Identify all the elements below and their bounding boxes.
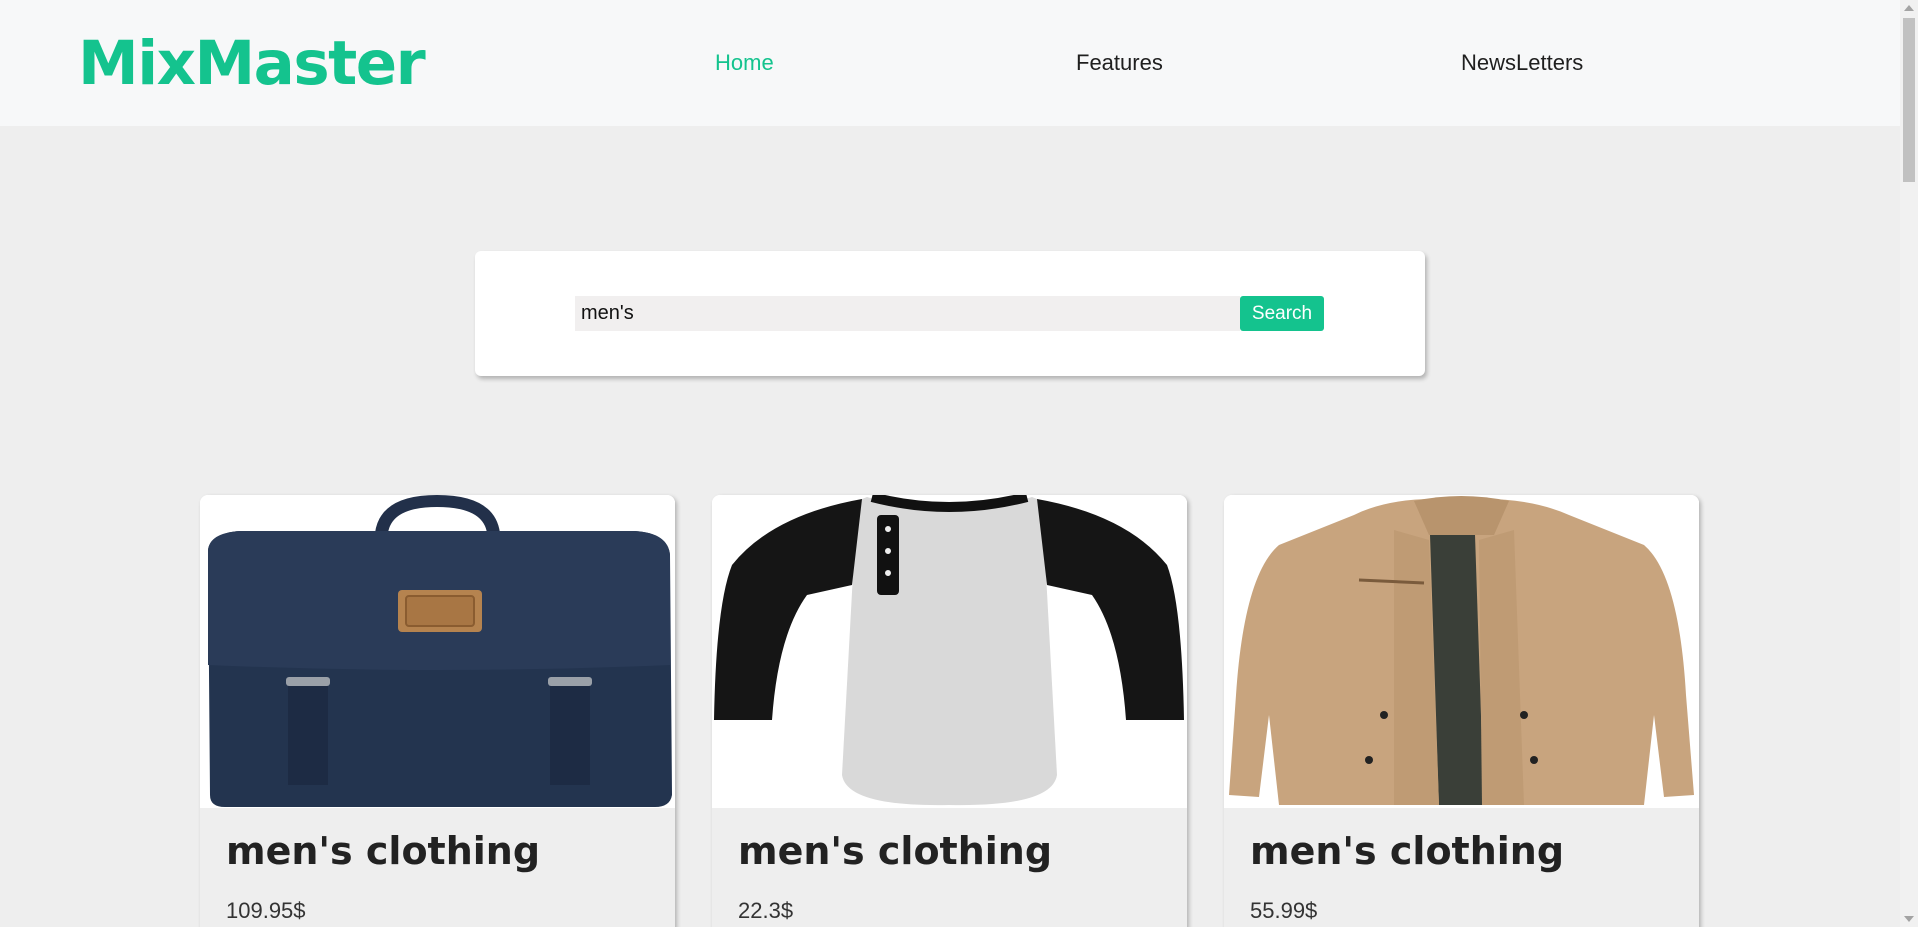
jacket-icon (1224, 495, 1699, 808)
search-input[interactable] (575, 296, 1240, 331)
product-price: 55.99$ (1250, 898, 1318, 923)
product-category: men's clothing (1250, 829, 1565, 873)
product-image[interactable] (1224, 495, 1699, 808)
nav-link-newsletters[interactable]: NewsLetters (1461, 50, 1583, 76)
scroll-up-arrow-icon[interactable] (1904, 5, 1914, 11)
vertical-scrollbar[interactable] (1900, 0, 1918, 927)
nav-link-home[interactable]: Home (715, 50, 774, 76)
search-card: Search (475, 251, 1425, 376)
backpack-icon (200, 495, 675, 808)
nav-link-features[interactable]: Features (1076, 50, 1163, 76)
brand-logo[interactable]: MixMaster (78, 28, 426, 100)
product-card[interactable]: men's clothing 22.3$ (712, 495, 1187, 927)
product-card[interactable]: men's clothing 55.99$ (1224, 495, 1699, 927)
tshirt-icon (712, 495, 1187, 808)
product-category: men's clothing (226, 829, 541, 873)
product-card[interactable]: men's clothing 109.95$ (200, 495, 675, 927)
product-image[interactable] (200, 495, 675, 808)
navbar: MixMaster Home Features NewsLetters (0, 0, 1900, 126)
product-image[interactable] (712, 495, 1187, 808)
product-price: 109.95$ (226, 898, 306, 923)
scrollbar-thumb[interactable] (1903, 18, 1915, 182)
product-category: men's clothing (738, 829, 1053, 873)
search-button[interactable]: Search (1240, 296, 1324, 331)
product-price: 22.3$ (738, 898, 794, 923)
scroll-down-arrow-icon[interactable] (1904, 916, 1914, 922)
